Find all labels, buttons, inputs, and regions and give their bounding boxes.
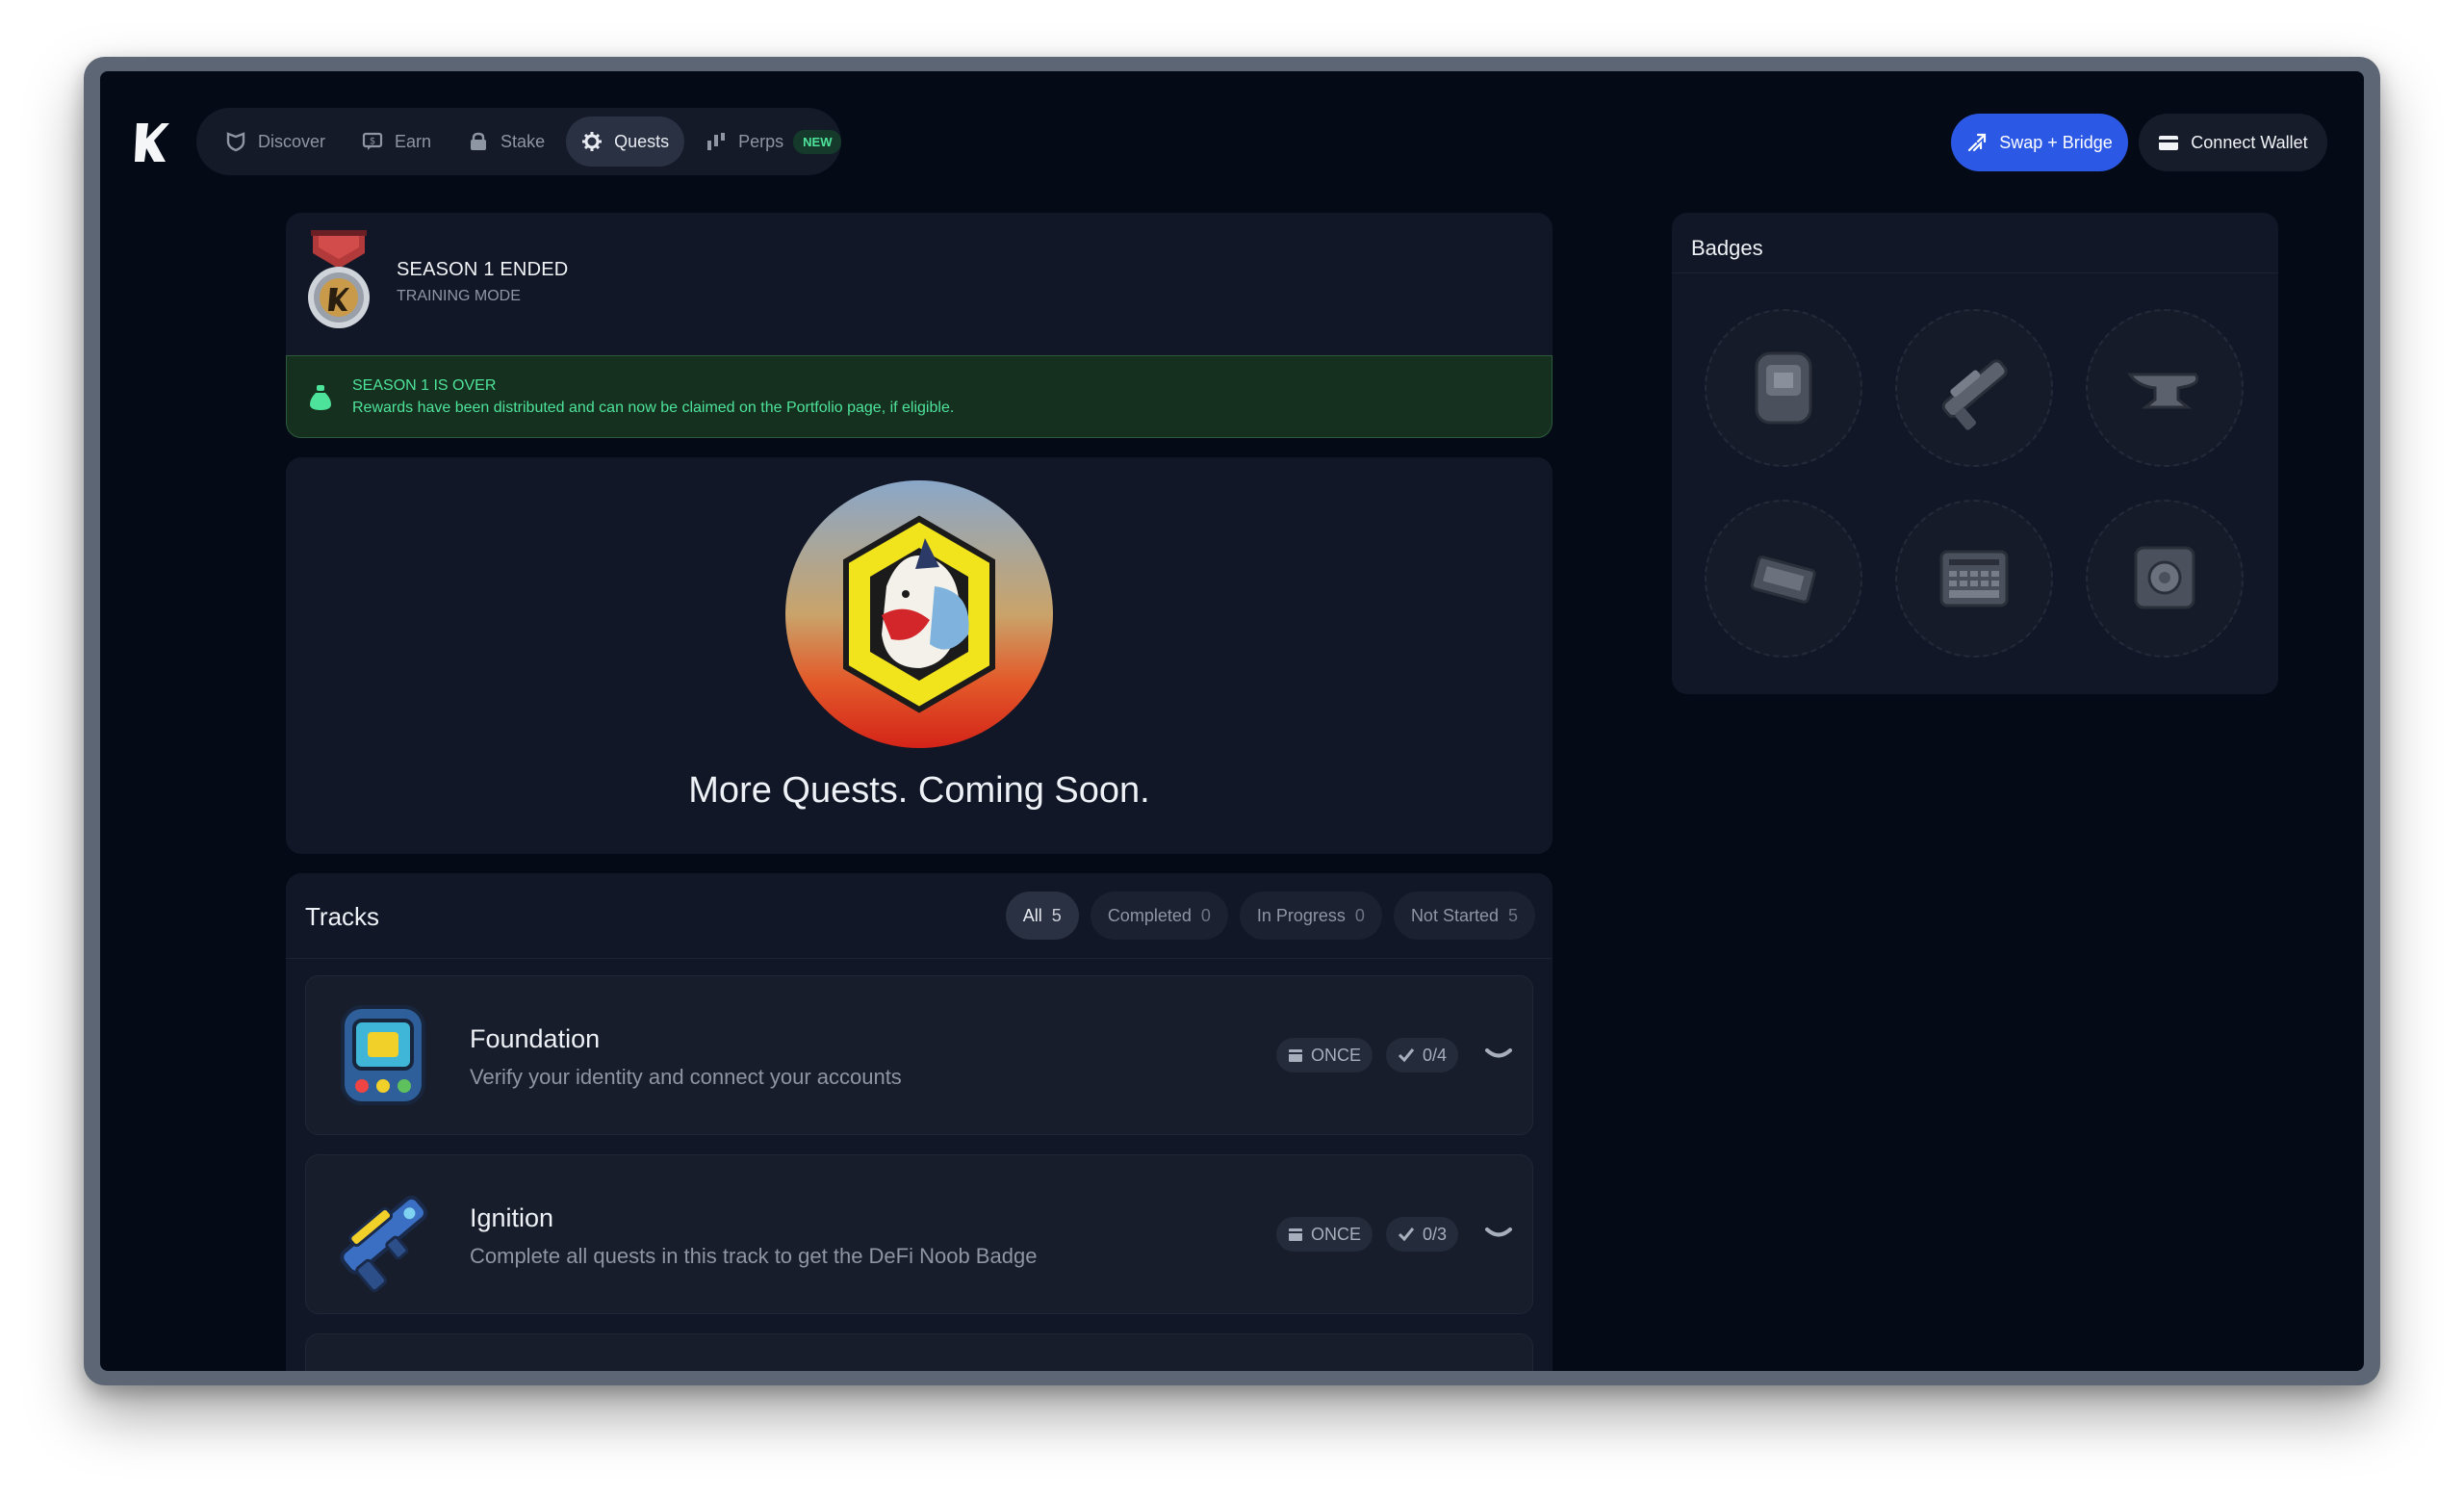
blaster-icon <box>1941 359 2008 430</box>
safe-icon <box>2134 546 2195 609</box>
filter-not-started-label: Not Started <box>1410 905 1499 925</box>
nav-stake[interactable]: Stake <box>452 116 560 167</box>
wrist-device-icon <box>1755 351 1812 425</box>
tracks-card: Tracks All 5 Completed 0 In Progress 0 N… <box>286 873 1553 1371</box>
blaster-icon <box>340 1195 428 1292</box>
frequency-badge: ONCE <box>1276 1038 1373 1073</box>
filter-all-label: All <box>1022 905 1042 925</box>
lock-icon <box>471 132 487 150</box>
season-title: SEASON 1 ENDED <box>397 259 569 280</box>
tracks-title: Tracks <box>305 902 380 931</box>
frequency-label: ONCE <box>1311 1224 1362 1244</box>
filter-not-started-count: 5 <box>1507 905 1518 925</box>
badge-slot[interactable] <box>1895 500 2053 658</box>
chevron-down-icon[interactable] <box>1484 1044 1513 1067</box>
swap-bridge-button[interactable]: Swap + Bridge <box>1951 114 2128 171</box>
nav-discover-label: Discover <box>258 131 326 151</box>
filter-in-progress-label: In Progress <box>1256 905 1346 925</box>
chat-dollar-icon: $ <box>362 132 383 150</box>
progress-label: 0/4 <box>1423 1045 1448 1065</box>
filter-all[interactable]: All 5 <box>1005 892 1079 940</box>
logo-icon[interactable] <box>133 119 171 164</box>
filter-all-count: 5 <box>1051 905 1062 925</box>
svg-text:$: $ <box>370 137 375 147</box>
quest-mascot-image <box>785 480 1053 748</box>
alert-text: Rewards have been distributed and can no… <box>352 400 955 416</box>
alert-title: SEASON 1 IS OVER <box>352 377 497 394</box>
nav-perps[interactable]: Perps NEW <box>690 116 857 167</box>
money-bag-icon <box>310 385 331 410</box>
season-subtitle: TRAINING MODE <box>397 288 521 304</box>
filter-not-started[interactable]: Not Started 5 <box>1393 892 1535 940</box>
track-description: Verify your identity and connect your ac… <box>470 1065 902 1089</box>
nav-discover[interactable]: Discover <box>210 116 341 167</box>
track-name: Ignition <box>470 1203 554 1232</box>
filter-completed-count: 0 <box>1200 905 1211 925</box>
connect-wallet-label: Connect Wallet <box>2191 132 2308 152</box>
filter-completed-label: Completed <box>1107 905 1192 925</box>
nav-stake-label: Stake <box>500 131 546 151</box>
calendar-icon <box>1289 1049 1302 1062</box>
nav-earn-label: Earn <box>395 131 432 151</box>
nav-quests[interactable]: Quests <box>566 116 685 167</box>
coming-soon-text: More Quests. Coming Soon. <box>688 770 1150 811</box>
gear-icon <box>582 132 603 151</box>
nav-perps-label: Perps <box>738 131 784 151</box>
check-icon <box>1398 1228 1415 1242</box>
track-ignition[interactable]: Ignition Complete all quests in this tra… <box>305 1154 1533 1314</box>
app-window: Discover $ Earn Stake Quests Perps NEW S… <box>100 71 2364 1371</box>
main-nav: Discover $ Earn Stake Quests Perps NEW <box>196 108 842 175</box>
progress-label: 0/3 <box>1423 1224 1448 1244</box>
nav-quests-label: Quests <box>614 131 670 151</box>
track-item[interactable] <box>305 1333 1533 1371</box>
chip-icon <box>1750 556 1816 604</box>
medal-icon <box>308 230 370 328</box>
swap-icon <box>1968 133 1987 152</box>
tracks-filters: All 5 Completed 0 In Progress 0 Not Star… <box>1005 892 1535 940</box>
progress-badge: 0/4 <box>1386 1038 1459 1073</box>
bars-icon <box>707 133 726 150</box>
season-alert: SEASON 1 IS OVER Rewards have been distr… <box>286 355 1553 438</box>
filter-in-progress-count: 0 <box>1354 905 1365 925</box>
frequency-label: ONCE <box>1311 1045 1362 1065</box>
new-badge: NEW <box>793 129 842 154</box>
tracks-divider <box>286 958 1553 959</box>
progress-badge: 0/3 <box>1386 1217 1459 1252</box>
check-icon <box>1398 1048 1415 1063</box>
connect-wallet-button[interactable]: Connect Wallet <box>2139 114 2327 171</box>
badge-slot[interactable] <box>1895 309 2053 467</box>
badge-slot[interactable] <box>1705 309 1862 467</box>
badges-title: Badges <box>1691 236 1763 260</box>
wrist-device-icon <box>341 1005 425 1105</box>
badges-card: Badges <box>1672 213 2278 694</box>
filter-completed[interactable]: Completed 0 <box>1090 892 1228 940</box>
anvil-icon <box>2127 373 2199 409</box>
badge-slot[interactable] <box>2086 500 2244 658</box>
badge-slot[interactable] <box>1705 500 1862 658</box>
track-foundation[interactable]: Foundation Verify your identity and conn… <box>305 975 1533 1135</box>
track-description: Complete all quests in this track to get… <box>470 1244 1038 1268</box>
nav-earn[interactable]: $ Earn <box>346 116 447 167</box>
keyboard-icon <box>1939 550 2009 607</box>
swap-bridge-label: Swap + Bridge <box>1999 132 2113 152</box>
track-name: Foundation <box>470 1024 601 1053</box>
frequency-badge: ONCE <box>1276 1217 1373 1252</box>
wallet-icon <box>2159 136 2179 150</box>
coming-soon-card: More Quests. Coming Soon. <box>286 457 1553 854</box>
badge-slot[interactable] <box>2086 309 2244 467</box>
calendar-icon <box>1289 1228 1302 1241</box>
season-card: SEASON 1 ENDED TRAINING MODE SEASON 1 IS… <box>286 213 1553 438</box>
filter-in-progress[interactable]: In Progress 0 <box>1239 892 1382 940</box>
shield-icon <box>226 132 245 152</box>
chevron-down-icon[interactable] <box>1484 1223 1513 1246</box>
badges-divider <box>1672 272 2278 273</box>
